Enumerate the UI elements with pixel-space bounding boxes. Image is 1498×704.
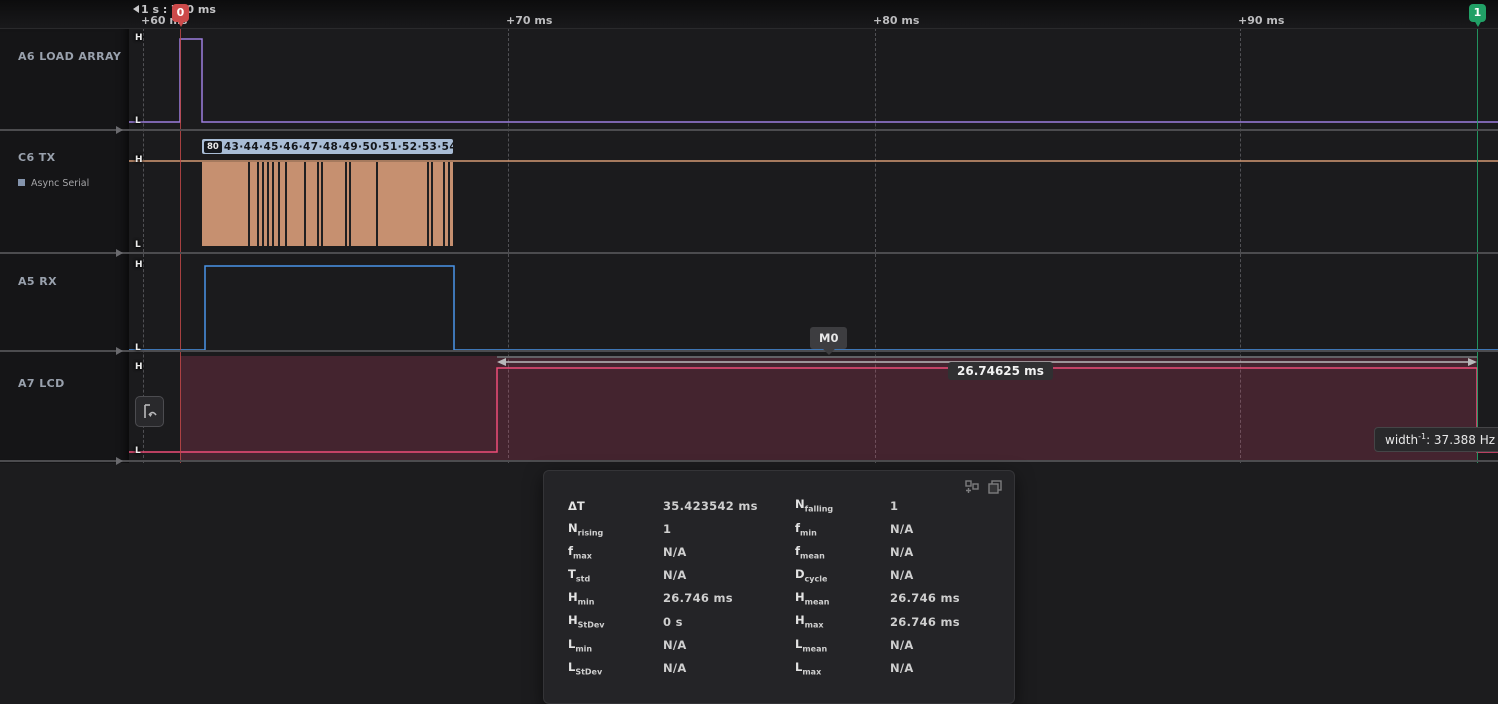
measurement-settings-icon[interactable] bbox=[965, 480, 979, 494]
measurement-marker-label[interactable]: M0 bbox=[810, 327, 847, 349]
measurement-value: 26.746 ms bbox=[890, 591, 1014, 605]
marker-0-line bbox=[180, 28, 181, 463]
row-separator[interactable] bbox=[0, 129, 1498, 131]
measurement-label: Nfalling bbox=[795, 497, 890, 513]
decode-bytes: 43·44·45·46·47·48·49·50·51·52·53·54·55·5… bbox=[224, 141, 453, 153]
level-high-label: H bbox=[135, 362, 143, 372]
measurement-label: LStDev bbox=[568, 660, 663, 676]
level-low-label: L bbox=[135, 240, 141, 250]
decode-start-byte: 80 bbox=[204, 141, 222, 153]
left-triangle-icon bbox=[133, 5, 139, 13]
row-handle-icon bbox=[116, 249, 123, 257]
serial-decode-strip[interactable]: 80 43·44·45·46·47·48·49·50·51·52·53·54·5… bbox=[202, 139, 453, 154]
analyzer-label[interactable]: Async Serial bbox=[18, 178, 89, 189]
timeline-tick-label: +90 ms bbox=[1238, 14, 1284, 27]
channel-label-a7[interactable]: A7 LCD bbox=[18, 377, 65, 390]
measurement-label: fmean bbox=[795, 544, 890, 560]
measurement-label: Dcycle bbox=[795, 567, 890, 583]
measurement-panel: ΔT35.423542 msNfalling1Nrising1fminN/Afm… bbox=[543, 470, 1015, 704]
measurement-value: 26.746 ms bbox=[663, 591, 795, 605]
marker-1-line bbox=[1477, 28, 1478, 463]
measurement-value: 1 bbox=[890, 499, 1014, 513]
level-low-label: L bbox=[135, 446, 141, 456]
measurement-label: Lmin bbox=[568, 637, 663, 653]
row-handle-icon bbox=[116, 126, 123, 134]
row-handle-icon bbox=[116, 457, 123, 465]
measurement-label: Lmax bbox=[795, 660, 890, 676]
edge-jump-button[interactable] bbox=[135, 396, 164, 427]
measurement-value: N/A bbox=[890, 638, 1014, 652]
measurement-value: N/A bbox=[663, 545, 795, 559]
measurement-label: Hmean bbox=[795, 590, 890, 606]
measurement-value: N/A bbox=[663, 638, 795, 652]
channel-label-a5[interactable]: A5 RX bbox=[18, 275, 57, 288]
row-separator[interactable] bbox=[0, 252, 1498, 254]
timing-marker-1[interactable]: 1 bbox=[1469, 4, 1486, 22]
waveform-area[interactable] bbox=[0, 28, 1498, 463]
measurement-table: ΔT35.423542 msNfalling1Nrising1fminN/Afm… bbox=[568, 494, 1014, 680]
measurement-label: Lmean bbox=[795, 637, 890, 653]
level-low-label: L bbox=[135, 343, 141, 353]
pulse-undo-icon bbox=[140, 402, 159, 421]
measurement-value: N/A bbox=[890, 545, 1014, 559]
measurement-label: ΔT bbox=[568, 499, 663, 513]
measurement-label: HStDev bbox=[568, 613, 663, 629]
analyzer-bullet-icon bbox=[18, 179, 25, 186]
time-gridline bbox=[508, 28, 509, 463]
measurement-value: 0 s bbox=[663, 615, 795, 629]
level-low-label: L bbox=[135, 116, 141, 126]
measurement-label: fmin bbox=[795, 521, 890, 537]
time-gridline bbox=[875, 28, 876, 463]
timeline-tick-label: +70 ms bbox=[506, 14, 552, 27]
measurement-label: Tstd bbox=[568, 567, 663, 583]
measurement-label: Hmin bbox=[568, 590, 663, 606]
copy-icon[interactable] bbox=[988, 480, 1002, 494]
timeline-tick-label: +80 ms bbox=[873, 14, 919, 27]
measurement-value: 26.746 ms bbox=[890, 615, 1014, 629]
measurement-label: Nrising bbox=[568, 521, 663, 537]
measurement-value: 1 bbox=[663, 522, 795, 536]
measurement-value: N/A bbox=[663, 661, 795, 675]
level-high-label: H bbox=[135, 155, 143, 165]
row-separator[interactable] bbox=[0, 460, 1498, 462]
measurement-value: N/A bbox=[890, 568, 1014, 582]
ruler-duration-label: 26.74625 ms bbox=[948, 362, 1053, 380]
measurement-value: N/A bbox=[890, 522, 1014, 536]
measurement-value: 35.423542 ms bbox=[663, 499, 795, 513]
row-handle-icon bbox=[116, 347, 123, 355]
width-frequency-tooltip: width-1: 37.388 Hz bbox=[1374, 427, 1498, 452]
measurement-value: N/A bbox=[663, 568, 795, 582]
row-separator[interactable] bbox=[0, 350, 1498, 352]
measurement-label: fmax bbox=[568, 544, 663, 560]
measurement-value: N/A bbox=[890, 661, 1014, 675]
level-high-label: H bbox=[135, 33, 143, 43]
channel-label-panel bbox=[0, 28, 129, 463]
timing-marker-0[interactable]: 0 bbox=[172, 4, 189, 22]
timeline-bar[interactable]: 1 s : 700 ms +60 ms+70 ms+80 ms+90 ms bbox=[0, 0, 1498, 29]
channel-label-c6[interactable]: C6 TX bbox=[18, 151, 56, 164]
level-high-label: H bbox=[135, 260, 143, 270]
channel-label-a6[interactable]: A6 LOAD ARRAY bbox=[18, 50, 121, 63]
measurement-label: Hmax bbox=[795, 613, 890, 629]
time-gridline bbox=[1240, 28, 1241, 463]
